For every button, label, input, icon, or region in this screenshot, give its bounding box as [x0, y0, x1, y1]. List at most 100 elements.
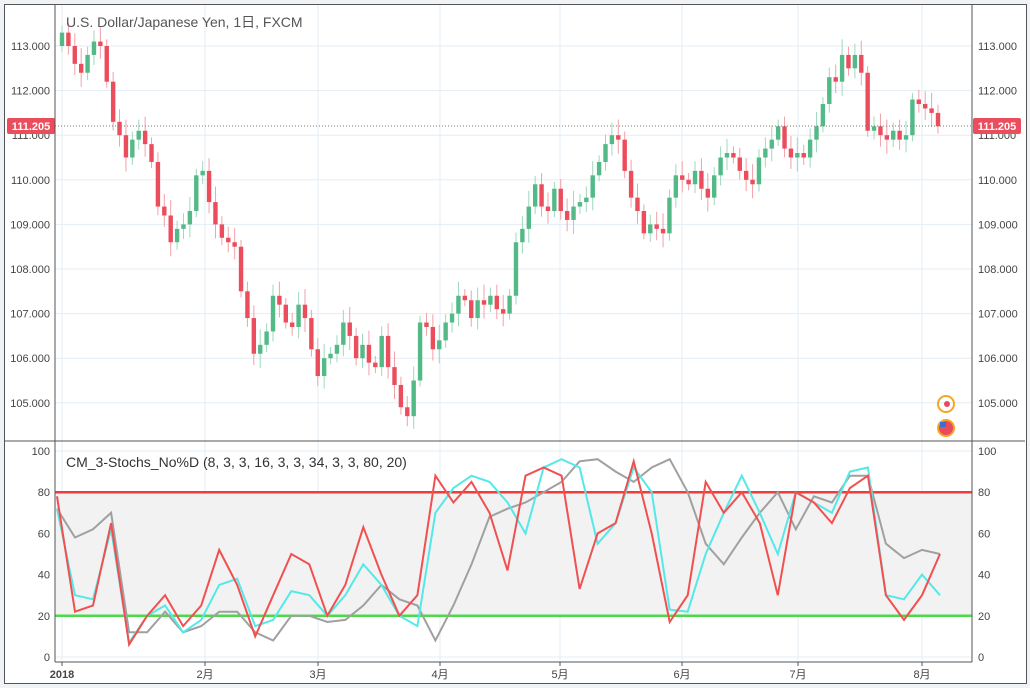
candle	[513, 232, 519, 305]
candle	[206, 158, 212, 214]
candle	[878, 113, 883, 147]
candle-body	[871, 126, 877, 131]
candle-body	[782, 126, 787, 149]
candle	[181, 213, 186, 239]
candle-body	[219, 224, 225, 238]
indicator-tick-label-left: 0	[44, 652, 50, 664]
candle	[622, 131, 627, 179]
candle-body	[648, 224, 653, 234]
candle	[456, 281, 461, 327]
candle-body	[769, 139, 774, 149]
candle	[59, 25, 65, 53]
candle	[328, 347, 333, 365]
candle-body	[929, 108, 934, 113]
candle	[743, 158, 749, 192]
candle-body	[174, 228, 180, 243]
candle	[801, 144, 806, 165]
candle-body	[756, 157, 762, 185]
candle	[564, 198, 570, 232]
indicator-tick-label-right: 40	[978, 570, 990, 582]
candle	[500, 295, 506, 327]
candle	[737, 147, 742, 180]
candle	[174, 220, 180, 250]
candle-body	[916, 99, 922, 104]
candle-body	[245, 291, 250, 319]
candle-body	[430, 326, 436, 350]
price-tick-label-right: 112.000	[978, 86, 1017, 98]
candle	[98, 27, 103, 59]
candle	[654, 211, 659, 241]
indicator-tick-label-left: 80	[38, 487, 50, 499]
candle-body	[903, 135, 909, 140]
candle-body	[839, 54, 845, 82]
candle	[532, 176, 538, 214]
candle-body	[353, 335, 359, 359]
candle-body	[78, 63, 84, 73]
candle	[130, 131, 135, 165]
candle	[584, 186, 589, 213]
candle-body	[181, 224, 186, 229]
candle	[507, 289, 512, 320]
candle	[366, 330, 372, 376]
candle-body	[200, 170, 205, 176]
candle	[897, 119, 902, 150]
band-fill	[55, 492, 972, 616]
candle-body	[417, 322, 423, 381]
candle-body	[884, 135, 890, 140]
candle	[149, 137, 154, 168]
candle-body	[270, 295, 276, 332]
candle	[910, 92, 915, 142]
price-tick-label-left: 108.000	[10, 264, 50, 276]
candle	[724, 138, 730, 171]
candle-body	[795, 153, 800, 158]
candle	[187, 196, 193, 238]
event-markers[interactable]	[937, 395, 955, 437]
time-tick-label: 2018	[50, 669, 74, 681]
candle-body	[315, 349, 320, 377]
candle-body	[539, 184, 544, 207]
candle-body	[750, 179, 755, 185]
candle-body	[609, 135, 615, 145]
candles	[59, 22, 941, 429]
candle-body	[558, 188, 563, 212]
candle-body	[117, 121, 122, 136]
candle-body	[564, 211, 570, 220]
candle	[110, 72, 116, 131]
candle	[437, 324, 442, 364]
price-tick-label-left: 105.000	[10, 398, 50, 410]
candle	[449, 302, 455, 333]
candle-body	[686, 179, 691, 185]
candle	[935, 104, 941, 134]
candle	[705, 173, 711, 212]
candle	[648, 214, 653, 243]
candle-body	[897, 130, 902, 140]
candle-body	[379, 335, 384, 368]
candle-body	[411, 380, 416, 417]
candle-body	[238, 246, 244, 292]
candle-body	[488, 295, 493, 305]
candle-body	[360, 344, 365, 359]
candle	[309, 309, 314, 357]
candle	[379, 326, 384, 376]
candle-body	[635, 197, 640, 212]
candle	[245, 281, 250, 327]
us-flag-canton	[940, 422, 946, 427]
candle	[520, 216, 525, 254]
candle-body	[334, 344, 340, 354]
candle	[756, 149, 762, 192]
candle	[590, 161, 595, 211]
candle	[117, 109, 122, 147]
chart-canvas[interactable]: 113.000 113.000112.000 112.000111.000 111.0…	[0, 0, 1030, 688]
candle	[775, 119, 781, 146]
price-tick-label-left: 106.000	[10, 353, 50, 365]
candle	[226, 226, 231, 253]
candle-body	[385, 335, 391, 368]
last-price-label-right: 111.205	[978, 121, 1017, 133]
candle	[839, 39, 845, 96]
candle-body	[251, 318, 257, 354]
candle	[232, 228, 237, 260]
candle-body	[775, 126, 781, 140]
candle	[321, 344, 327, 389]
candle-body	[296, 304, 301, 327]
candle	[871, 116, 877, 140]
